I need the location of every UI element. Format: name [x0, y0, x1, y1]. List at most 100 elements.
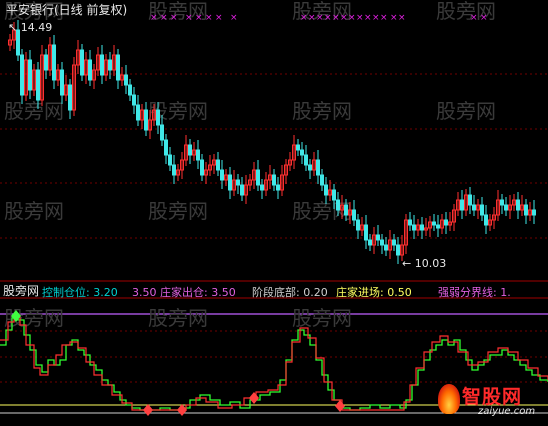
candle-body	[68, 84, 72, 111]
candle-body	[376, 234, 380, 241]
candle-body	[320, 174, 324, 186]
candle-body	[172, 164, 176, 176]
candle-body	[52, 44, 56, 81]
candle-body	[392, 239, 396, 246]
signal-x-mark: ×	[150, 13, 158, 23]
candle-body	[436, 224, 440, 229]
candle-body	[532, 209, 536, 216]
field-stage-bottom: 阶段底部: 0.20	[252, 286, 328, 299]
watermark-text: 股旁网	[148, 306, 208, 330]
candle-body	[260, 184, 264, 191]
candle-body	[220, 169, 224, 181]
candle-body	[396, 244, 400, 256]
candlestick-chart[interactable]: 股旁网 股旁网 股旁网 股旁网股旁网 股旁网 股旁网 股旁网股旁网 股旁网 股旁网股旁网 股旁网股…	[0, 0, 548, 426]
signal-x-mark: ×	[390, 13, 398, 23]
candle-body	[472, 204, 476, 211]
watermark-text: 股旁网	[436, 99, 496, 123]
field-label: 3.50	[132, 286, 157, 299]
field-dealer-entry: 庄家进场: 0.50	[336, 286, 412, 299]
field-value: 3.20	[93, 286, 118, 299]
signal-x-mark: ×	[348, 13, 356, 23]
candle-body	[44, 54, 48, 71]
candle-body	[364, 224, 368, 241]
flame-icon	[438, 384, 460, 414]
signal-x-mark: ×	[300, 13, 308, 23]
low-price-marker: ← 10.03	[402, 257, 446, 270]
candle-body	[420, 224, 424, 231]
candle-body	[124, 74, 128, 86]
candle-body	[272, 174, 276, 186]
candle-body	[160, 124, 164, 141]
field-label: 阶段底部:	[252, 286, 300, 299]
signal-x-mark: ×	[398, 13, 406, 23]
field-label: 庄家进场:	[336, 286, 384, 299]
field-label: 庄家出仓:	[160, 286, 208, 299]
signal-x-mark: ×	[195, 13, 203, 23]
candle-body	[136, 104, 140, 121]
candle-body	[144, 109, 148, 131]
candle-body	[384, 244, 388, 251]
signal-x-mark: ×	[340, 13, 348, 23]
indicator-brand: 股旁网	[3, 284, 40, 298]
candle-body	[128, 84, 132, 96]
candle-body	[504, 204, 508, 211]
candle-body	[196, 149, 200, 161]
candle-body	[336, 199, 340, 211]
candle-body	[200, 159, 204, 176]
candle-body	[80, 49, 84, 76]
candle-body	[468, 194, 472, 206]
candle-body	[236, 179, 240, 186]
candle-body	[132, 94, 136, 106]
candle-body	[304, 154, 308, 166]
field-value: 0.50	[387, 286, 412, 299]
chart-title: 平安银行(日线 前复权)	[6, 3, 128, 17]
arrow-left-icon: ←	[402, 257, 415, 270]
signal-x-mark: ×	[324, 13, 332, 23]
signal-x-mark: ×	[380, 13, 388, 23]
candle-body	[352, 209, 356, 221]
candle-body	[460, 199, 464, 211]
candle-body	[308, 164, 312, 171]
low-price-value: 10.03	[414, 257, 447, 270]
signal-x-mark: ×	[364, 13, 372, 23]
signal-x-mark: ×	[372, 13, 380, 23]
site-logo: 智股网 zaiyue.com	[438, 382, 546, 424]
candle-body	[516, 199, 520, 211]
signal-x-mark: ×	[230, 13, 238, 23]
candle-body	[276, 184, 280, 191]
candle-body	[168, 154, 172, 166]
signal-diamond-icon	[143, 404, 153, 416]
candle-body	[500, 199, 504, 206]
candle-body	[432, 221, 436, 226]
field-value: 0.20	[303, 286, 328, 299]
candle-body	[344, 204, 348, 216]
high-price-value: 14.49	[20, 21, 53, 34]
signal-x-mark: ×	[480, 13, 488, 23]
candle-body	[356, 219, 360, 231]
signal-x-mark: ×	[356, 13, 364, 23]
candle-body	[444, 219, 448, 226]
candle-body	[36, 69, 40, 101]
candle-body	[240, 184, 244, 196]
watermark-text: 股旁网	[292, 199, 352, 223]
candle-body	[156, 109, 160, 126]
field-label: 强弱分界线:	[438, 286, 497, 299]
watermark-text: 股旁网	[292, 99, 352, 123]
candle-body	[296, 144, 300, 151]
signal-x-mark: ×	[470, 13, 478, 23]
candle-body	[300, 149, 304, 156]
field-label: 控制仓位:	[42, 286, 90, 299]
watermark-text: 股旁网	[4, 199, 64, 223]
signal-x-mark: ×	[316, 13, 324, 23]
candle-body	[324, 184, 328, 196]
candle-body	[60, 69, 64, 96]
field-value: 1.	[500, 286, 511, 299]
signal-x-mark: ×	[215, 13, 223, 23]
signal-x-mark: ×	[205, 13, 213, 23]
signal-x-mark: ×	[185, 13, 193, 23]
logo-name: 智股网	[462, 386, 523, 408]
candle-body	[480, 204, 484, 216]
field-strength-divider: 强弱分界线: 1.	[438, 286, 511, 299]
candle-body	[368, 239, 372, 246]
candle-body	[524, 204, 528, 216]
